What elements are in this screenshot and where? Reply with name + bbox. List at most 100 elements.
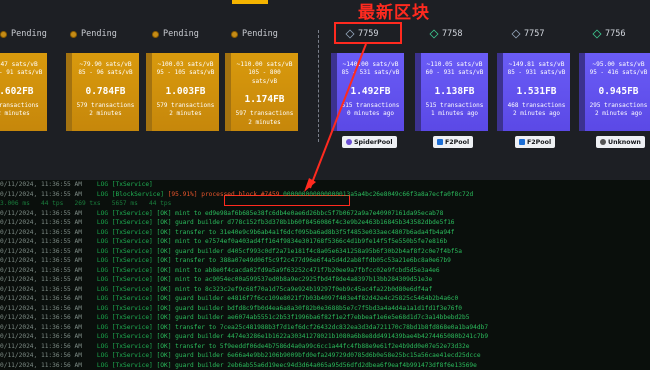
log-line: 0/11/2024, 11:36:56 AM LOG [TxService] [… — [0, 304, 462, 313]
log-message: [OK] guard builder 6e66a4e9bb2106b9009bf… — [156, 352, 481, 359]
block-header-7757[interactable]: 7757 — [511, 27, 544, 41]
log-service: [TxService] — [111, 314, 153, 321]
log-message: [OK] transfer to 7cea25c481988b3f7d1ef6d… — [156, 324, 489, 331]
block-size: 1.174FB — [244, 94, 285, 106]
block-number: 7758 — [442, 29, 463, 39]
log-message: [OK] mint to 8c323c2ef9c68f70a1d75ca9e92… — [156, 286, 433, 293]
log-level: LOG — [96, 210, 109, 217]
log-line: 0/11/2024, 11:36:55 AM LOG [TxService] [… — [0, 218, 455, 227]
log-timestamp: 0/11/2024, 11:36:56 AM — [0, 314, 82, 321]
block-size: 0.945FB — [598, 85, 639, 97]
log-timestamp: 0/11/2024, 11:36:55 AM — [0, 210, 82, 217]
block-number: 7756 — [605, 29, 626, 39]
log-line: 3.006 ms 44 tps 269 txs 5657 ms 44 tps — [0, 199, 171, 208]
log-line: 0/11/2024, 11:36:56 AM LOG [TxService] [… — [0, 323, 488, 332]
block-fee-range: 105 - 800 sats/vB — [248, 69, 281, 85]
log-message: [OK] guard builder 2eb6ab55a6d19eec94d3d… — [156, 362, 477, 369]
log-level: LOG — [96, 362, 109, 369]
f2pool-icon — [437, 139, 443, 145]
block-fee-range: 60 - 931 sats/vB — [425, 69, 484, 77]
pending-header: Pending — [152, 27, 199, 41]
mined-block-7756[interactable]: ~95.00 sats/vB 95 - 416 sats/vB 0.945FB … — [585, 53, 650, 131]
log-service: [TxService] — [111, 362, 153, 369]
log-level: LOG — [96, 295, 109, 302]
log-line: 0/11/2024, 11:36:56 AM LOG [TxService] [… — [0, 351, 481, 360]
mined-block-7757[interactable]: ~149.81 sats/vB 85 - 931 sats/vB 1.531FB… — [503, 53, 570, 131]
log-level: LOG — [96, 219, 109, 226]
pending-block[interactable]: ~79.90 sats/vB 85 - 96 sats/vB 0.784FB 5… — [72, 53, 139, 131]
pool-badge-f2pool[interactable]: F2Pool — [515, 136, 556, 148]
block-fee: ~95.00 sats/vB — [592, 61, 645, 68]
log-line: 0/11/2024, 11:36:55 AM LOG [TxService] — [0, 180, 157, 189]
block-header-7758[interactable]: 7758 — [429, 27, 463, 41]
pending-header: Pending — [70, 27, 117, 41]
log-level: LOG — [96, 286, 109, 293]
log-service: [TxService] — [111, 343, 153, 350]
log-line: 0/11/2024, 11:36:55 AM LOG [TxService] [… — [0, 228, 455, 237]
log-line: 0/11/2024, 11:36:55 AM LOG [TxService] [… — [0, 266, 440, 275]
block-header-7756[interactable]: 7756 — [592, 27, 626, 41]
block-fee: ~79.90 sats/vB — [79, 61, 132, 68]
block-tx-count: 579 transactions — [156, 101, 215, 109]
f2pool-icon — [519, 139, 525, 145]
log-message: [OK] mint to ed9e98af6b685e38fc6db4e0ae6… — [156, 210, 444, 217]
block-fee: ~5.47 sats/vB — [0, 61, 38, 68]
log-message: [OK] transfer to 388a07e49d06f5c9f2c477d… — [156, 257, 451, 264]
log-timestamp: 0/11/2024, 11:36:55 AM — [0, 219, 82, 226]
pool-badge-unknown[interactable]: Unknown — [596, 136, 645, 148]
log-service: [BlockService] — [111, 191, 164, 198]
log-level: LOG — [96, 305, 109, 312]
log-line: 0/11/2024, 11:36:55 AM LOG [TxService] [… — [0, 285, 432, 294]
log-level: LOG — [96, 333, 109, 340]
log-level: LOG — [96, 248, 109, 255]
pending-block[interactable]: ~100.03 sats/vB 95 - 105 sats/vB 1.003FB… — [152, 53, 219, 131]
pool-name: Unknown — [608, 138, 641, 146]
block-tx-count: 515 transactions — [425, 101, 484, 109]
pending-header: Pending — [0, 27, 47, 41]
log-message: [OK] guard builder d405cf993c0df2a71e181… — [156, 248, 462, 255]
log-line: 0/11/2024, 11:36:56 AM LOG [TxService] [… — [0, 332, 488, 341]
log-line: 0/11/2024, 11:36:55 AM LOG [TxService] [… — [0, 237, 447, 246]
log-service: [TxService] — [111, 286, 153, 293]
log-message: [OK] mint to ab8e0f4cacda02fd9a5a9f63252… — [156, 267, 440, 274]
log-service: [TxService] — [111, 352, 153, 359]
pending-dot-icon — [0, 30, 7, 38]
block-fee-range: 85 - 931 sats/vB — [507, 69, 566, 77]
block-fee-range: 5.4 - 91 sats/vB — [0, 69, 43, 77]
block-age: 2 minutes ago — [595, 110, 642, 118]
block-size: 1.531FB — [516, 85, 557, 97]
log-message: [OK] transfer to 31e40e9c9b6ab4a1f6dcf09… — [156, 229, 455, 236]
block-tx-count: 579 transactions — [76, 101, 135, 109]
pending-dot-icon — [70, 30, 77, 38]
log-service: [TxService] — [111, 238, 153, 245]
log-message: [OK] guard builder e4816f7f6cc109e8021f7… — [156, 295, 459, 302]
pending-dot-icon — [152, 30, 159, 38]
block-size: 1.138FB — [434, 85, 475, 97]
pending-block[interactable]: ~5.47 sats/vB 5.4 - 91 sats/vB 0.602FB 4… — [0, 53, 47, 131]
block-fee: ~149.81 sats/vB — [508, 61, 565, 68]
block-fee: ~110.00 sats/vB — [236, 61, 293, 68]
pending-label: Pending — [163, 29, 199, 39]
log-line: 0/11/2024, 11:36:55 AM LOG [TxService] [… — [0, 209, 443, 218]
log-block-hash: 000000000000000013a5a4bc26e8049c66f3a8a7… — [279, 191, 474, 198]
active-tab-indicator — [232, 0, 268, 4]
log-level: LOG — [96, 276, 109, 283]
pool-badge-f2pool[interactable]: F2Pool — [433, 136, 474, 148]
pending-block[interactable]: ~110.00 sats/vB 105 - 800 sats/vB 1.174F… — [231, 53, 298, 131]
log-level: LOG — [96, 191, 109, 198]
log-timestamp: 0/11/2024, 11:36:55 AM — [0, 257, 82, 264]
log-service: [TxService] — [111, 324, 153, 331]
mined-block-7758[interactable]: ~110.05 sats/vB 60 - 931 sats/vB 1.138FB… — [421, 53, 488, 131]
block-tx-count: 295 transactions — [589, 101, 648, 109]
log-timestamp: 0/11/2024, 11:36:55 AM — [0, 238, 82, 245]
block-eta: 2 minutes — [0, 110, 30, 118]
latest-block-annotation: 最新区块 — [358, 3, 430, 23]
log-message: [OK] guard builder d778c152fb3d378b1b60f… — [156, 219, 455, 226]
log-service: [TxService] — [111, 248, 153, 255]
pending-header: Pending — [231, 27, 278, 41]
block-fee-range: 95 - 105 sats/vB — [156, 69, 215, 77]
pool-name: F2Pool — [445, 138, 470, 146]
log-service: [TxService] — [111, 181, 153, 188]
log-level: LOG — [96, 229, 109, 236]
log-service: [TxService] — [111, 229, 153, 236]
